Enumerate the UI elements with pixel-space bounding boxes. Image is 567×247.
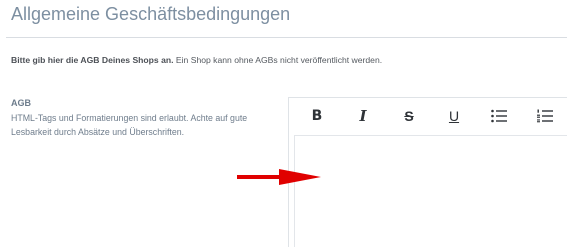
notice-text: Bitte gib hier die AGB Deines Shops an. … — [11, 55, 382, 65]
numbered-list-icon — [537, 109, 553, 123]
editor-toolbar: B I S U — [289, 98, 567, 134]
numbered-list-button[interactable] — [535, 106, 555, 126]
bold-button[interactable]: B — [307, 106, 327, 126]
strikethrough-button[interactable]: S — [399, 106, 419, 126]
page-title: Allgemeine Geschäftsbedingungen — [11, 4, 291, 24]
italic-icon: I — [359, 107, 367, 125]
title-divider — [6, 37, 567, 38]
underline-icon: U — [448, 108, 460, 124]
italic-button[interactable]: I — [353, 106, 373, 126]
notice-bold-text: Bitte gib hier die AGB Deines Shops an. — [11, 55, 174, 65]
strikethrough-icon: S — [404, 108, 414, 124]
rich-text-editor: B I S U — [288, 97, 567, 247]
page: Allgemeine Geschäftsbedingungen Bitte gi… — [0, 0, 567, 247]
agb-text-area[interactable] — [294, 135, 567, 247]
bold-icon: B — [311, 108, 323, 124]
red-arrow-icon — [237, 169, 321, 185]
bullet-list-icon — [491, 109, 507, 123]
bullet-list-button[interactable] — [489, 106, 509, 126]
field-help-text: HTML-Tags und Formatierungen sind erlaub… — [11, 113, 248, 137]
underline-button[interactable]: U — [444, 106, 464, 126]
notice-normal-text: Ein Shop kann ohne AGBs nicht veröffentl… — [173, 55, 383, 65]
field-label-agb: AGB — [11, 98, 31, 108]
